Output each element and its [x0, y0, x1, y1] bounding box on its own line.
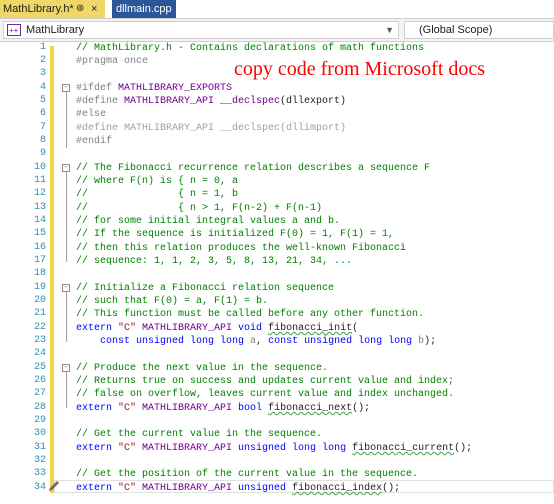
line-number: 26 [33, 375, 46, 386]
line-number: 23 [33, 335, 46, 346]
project-dropdown[interactable]: ++ MathLibrary ▼ [3, 21, 399, 39]
line-number: 1 [39, 42, 46, 53]
close-icon[interactable]: × [91, 0, 97, 18]
line-number: 5 [39, 95, 46, 106]
line-number: 3 [39, 68, 46, 79]
line-number: 29 [33, 415, 46, 426]
code-line: // Returns true on success and updates c… [76, 376, 455, 387]
code-line: // sequence: 1, 1, 2, 3, 5, 8, 13, 21, 3… [76, 256, 353, 267]
project-label: MathLibrary [26, 24, 85, 36]
fold-guide [66, 366, 67, 408]
line-number: 18 [33, 268, 46, 279]
line-number: 17 [33, 255, 46, 266]
line-number: 14 [33, 215, 46, 226]
scope-label: (Global Scope) [419, 24, 493, 36]
line-number: 28 [33, 402, 46, 413]
code-line: // The Fibonacci recurrence relation des… [76, 163, 431, 174]
code-line: const unsigned long long a, const unsign… [76, 336, 437, 347]
pencil-icon [49, 481, 59, 491]
code-line: #ifdef MATHLIBRARY_EXPORTS [76, 83, 233, 94]
code-line: extern "C" MATHLIBRARY_API unsigned long… [76, 443, 473, 454]
line-number: 19 [33, 282, 46, 293]
line-number: 34 [33, 482, 46, 493]
code-line: // MathLibrary.h - Contains declarations… [76, 43, 425, 54]
tab-label: dllmain.cpp [116, 3, 172, 15]
line-number: 22 [33, 322, 46, 333]
pin-icon[interactable]: ⊛ [76, 0, 84, 18]
code-line: extern "C" MATHLIBRARY_API bool fibonacc… [76, 403, 371, 414]
line-number: 31 [33, 442, 46, 453]
collapse-icon[interactable]: - [62, 364, 70, 372]
code-line: // where F(n) is { n = 0, a [76, 176, 239, 187]
code-line: #endif [76, 136, 113, 147]
line-number: 30 [33, 428, 46, 439]
code-line: // Initialize a Fibonacci relation seque… [76, 283, 335, 294]
line-number: 9 [39, 148, 46, 159]
annotation-text: copy code from Microsoft docs [234, 58, 486, 80]
code-line: // Produce the next value in the sequenc… [76, 363, 329, 374]
scope-dropdown[interactable]: (Global Scope) [404, 21, 554, 39]
line-number: 8 [39, 135, 46, 146]
line-number: 33 [33, 468, 46, 479]
chevron-down-icon[interactable]: ▼ [385, 22, 394, 38]
line-number: 24 [33, 348, 46, 359]
fold-guide [66, 86, 67, 148]
code-line: // { n > 1, F(n-2) + F(n-1) [76, 203, 323, 214]
line-number: 32 [33, 455, 46, 466]
line-number: 20 [33, 295, 46, 306]
navigation-bar: ++ MathLibrary ▼ (Global Scope) [0, 18, 554, 42]
line-number: 16 [33, 242, 46, 253]
code-line: // then this relation produces the well-… [76, 243, 407, 254]
code-line: #define MATHLIBRARY_API __declspec(dllex… [76, 96, 347, 107]
line-number: 4 [39, 82, 46, 93]
line-number: 2 [39, 55, 46, 66]
line-number: 7 [39, 122, 46, 133]
line-number: 12 [33, 188, 46, 199]
fold-guide [66, 286, 67, 342]
tab-mathlibrary-h[interactable]: MathLibrary.h* ⊛ × [0, 0, 105, 18]
line-number: 11 [33, 175, 46, 186]
cpp-project-icon: ++ [7, 24, 21, 36]
tab-label: MathLibrary.h* [3, 3, 74, 15]
code-line: extern "C" MATHLIBRARY_API unsigned fibo… [76, 483, 401, 494]
line-number: 6 [39, 108, 46, 119]
line-number: 27 [33, 388, 46, 399]
code-line: // If the sequence is initialized F(0) =… [76, 229, 395, 240]
line-number: 21 [33, 308, 46, 319]
collapse-icon[interactable]: - [62, 84, 70, 92]
fold-guide [66, 166, 67, 262]
line-number: 25 [33, 362, 46, 373]
code-line: extern "C" MATHLIBRARY_API void fibonacc… [76, 323, 359, 334]
line-number: 15 [33, 228, 46, 239]
collapse-icon[interactable]: - [62, 164, 70, 172]
svg-text:++: ++ [9, 26, 19, 35]
code-editor[interactable]: - - - - 1 2 3 4 5 6 7 8 9 10 11 12 13 14… [0, 42, 554, 504]
code-line: // This function must be called before a… [76, 309, 425, 320]
change-tracking-bar [50, 46, 54, 493]
code-line: #define MATHLIBRARY_API __declspec(dllim… [76, 123, 347, 134]
tab-dllmain-cpp[interactable]: dllmain.cpp [112, 0, 176, 18]
code-line: #else [76, 109, 107, 120]
code-line: // Get the current value in the sequence… [76, 429, 323, 440]
line-number: 13 [33, 202, 46, 213]
line-number: 10 [33, 162, 46, 173]
collapse-icon[interactable]: - [62, 284, 70, 292]
code-line: // false on overflow, leaves current val… [76, 389, 455, 400]
code-line: // such that F(0) = a, F(1) = b. [76, 296, 269, 307]
document-tab-bar: MathLibrary.h* ⊛ × dllmain.cpp [0, 0, 554, 18]
code-line: // for some initial integral values a an… [76, 216, 341, 227]
code-line: #pragma once [76, 56, 149, 67]
code-line: // { n = 1, b [76, 189, 239, 200]
